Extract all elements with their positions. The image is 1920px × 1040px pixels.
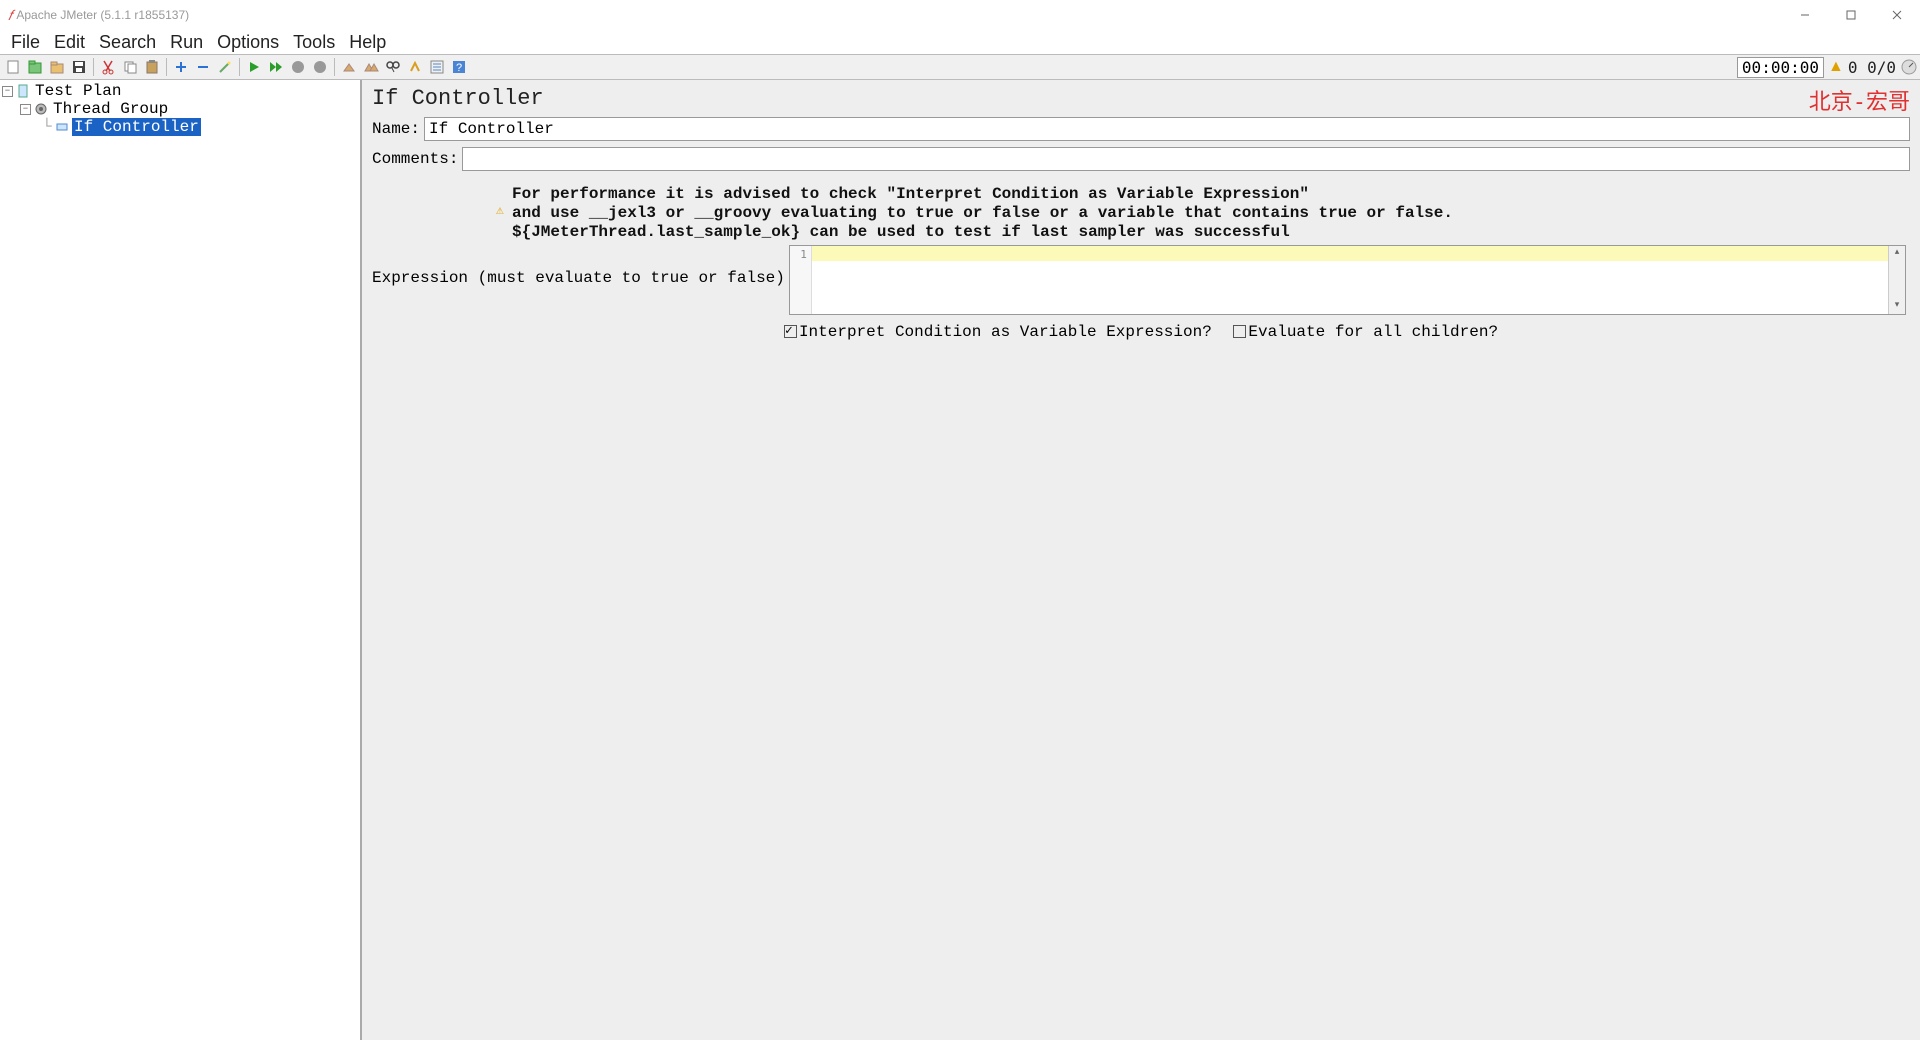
thread-counter: 0 0/0 <box>1848 58 1896 77</box>
stop-icon[interactable] <box>288 57 308 77</box>
maximize-button[interactable] <box>1828 0 1874 30</box>
collapse-icon[interactable]: − <box>2 86 13 97</box>
check-evaluate-children[interactable]: Evaluate for all children? <box>1233 323 1498 341</box>
clear-icon[interactable] <box>339 57 359 77</box>
expression-label: Expression (must evaluate to true or fal… <box>372 245 785 287</box>
templates-icon[interactable] <box>25 57 45 77</box>
menu-search[interactable]: Search <box>92 32 163 53</box>
main-panel: 北京-宏哥 If Controller Name: Comments: ⚠ Fo… <box>362 80 1920 1040</box>
checkbox-icon[interactable] <box>784 325 797 338</box>
threadgroup-icon <box>33 101 49 117</box>
minimize-button[interactable] <box>1782 0 1828 30</box>
save-icon[interactable] <box>69 57 89 77</box>
copy-icon[interactable] <box>120 57 140 77</box>
panel-heading: If Controller <box>372 86 1910 111</box>
new-icon[interactable] <box>3 57 23 77</box>
collapse-icon[interactable]: − <box>20 104 31 115</box>
search-icon[interactable] <box>383 57 403 77</box>
window-title: Apache JMeter (5.1.1 r1855137) <box>16 8 189 22</box>
menu-bar: File Edit Search Run Options Tools Help <box>0 30 1920 54</box>
check-interpret[interactable]: Interpret Condition as Variable Expressi… <box>784 323 1212 341</box>
close-button[interactable] <box>1874 0 1920 30</box>
name-label: Name: <box>372 120 420 138</box>
menu-tools[interactable]: Tools <box>286 32 342 53</box>
comments-label: Comments: <box>372 150 458 168</box>
timer-display: 00:00:00 <box>1737 57 1824 78</box>
menu-file[interactable]: File <box>4 32 47 53</box>
watermark-text: 北京-宏哥 <box>1809 84 1910 116</box>
minus-icon[interactable] <box>193 57 213 77</box>
menu-help[interactable]: Help <box>342 32 393 53</box>
function-icon[interactable] <box>427 57 447 77</box>
gauge-icon <box>1900 58 1918 76</box>
start-no-pause-icon[interactable] <box>266 57 286 77</box>
help-icon[interactable]: ? <box>449 57 469 77</box>
testplan-icon <box>15 83 31 99</box>
menu-edit[interactable]: Edit <box>47 32 92 53</box>
scrollbar[interactable]: ▴▾ <box>1888 246 1905 314</box>
expression-editor[interactable]: 1 ▴▾ <box>789 245 1906 315</box>
controller-icon <box>54 119 70 135</box>
reset-search-icon[interactable] <box>405 57 425 77</box>
menu-run[interactable]: Run <box>163 32 210 53</box>
tree-ifcontroller[interactable]: If Controller <box>72 118 201 136</box>
app-icon: 𝑓 <box>8 7 12 24</box>
cut-icon[interactable] <box>98 57 118 77</box>
svg-text:?: ? <box>456 62 462 74</box>
line-gutter: 1 <box>790 246 812 314</box>
name-input[interactable] <box>424 117 1910 141</box>
tree-threadgroup[interactable]: Thread Group <box>51 100 170 118</box>
comments-input[interactable] <box>462 147 1910 171</box>
shutdown-icon[interactable] <box>310 57 330 77</box>
menu-options[interactable]: Options <box>210 32 286 53</box>
plus-icon[interactable] <box>171 57 191 77</box>
warning-icon: ▲ <box>1828 58 1844 76</box>
paste-icon[interactable] <box>142 57 162 77</box>
wand-icon[interactable] <box>215 57 235 77</box>
title-bar: 𝑓 Apache JMeter (5.1.1 r1855137) <box>0 0 1920 30</box>
advice-text: ⚠ For performance it is advised to check… <box>372 185 1910 243</box>
checkbox-icon[interactable] <box>1233 325 1246 338</box>
toolbar: ? 00:00:00 ▲ 0 0/0 <box>0 54 1920 80</box>
open-icon[interactable] <box>47 57 67 77</box>
clear-all-icon[interactable] <box>361 57 381 77</box>
warning-icon: ⚠ <box>496 203 504 219</box>
start-icon[interactable] <box>244 57 264 77</box>
tree-testplan[interactable]: Test Plan <box>33 82 123 100</box>
tree-panel: − Test Plan − Thread Group └ If Controll… <box>0 80 362 1040</box>
